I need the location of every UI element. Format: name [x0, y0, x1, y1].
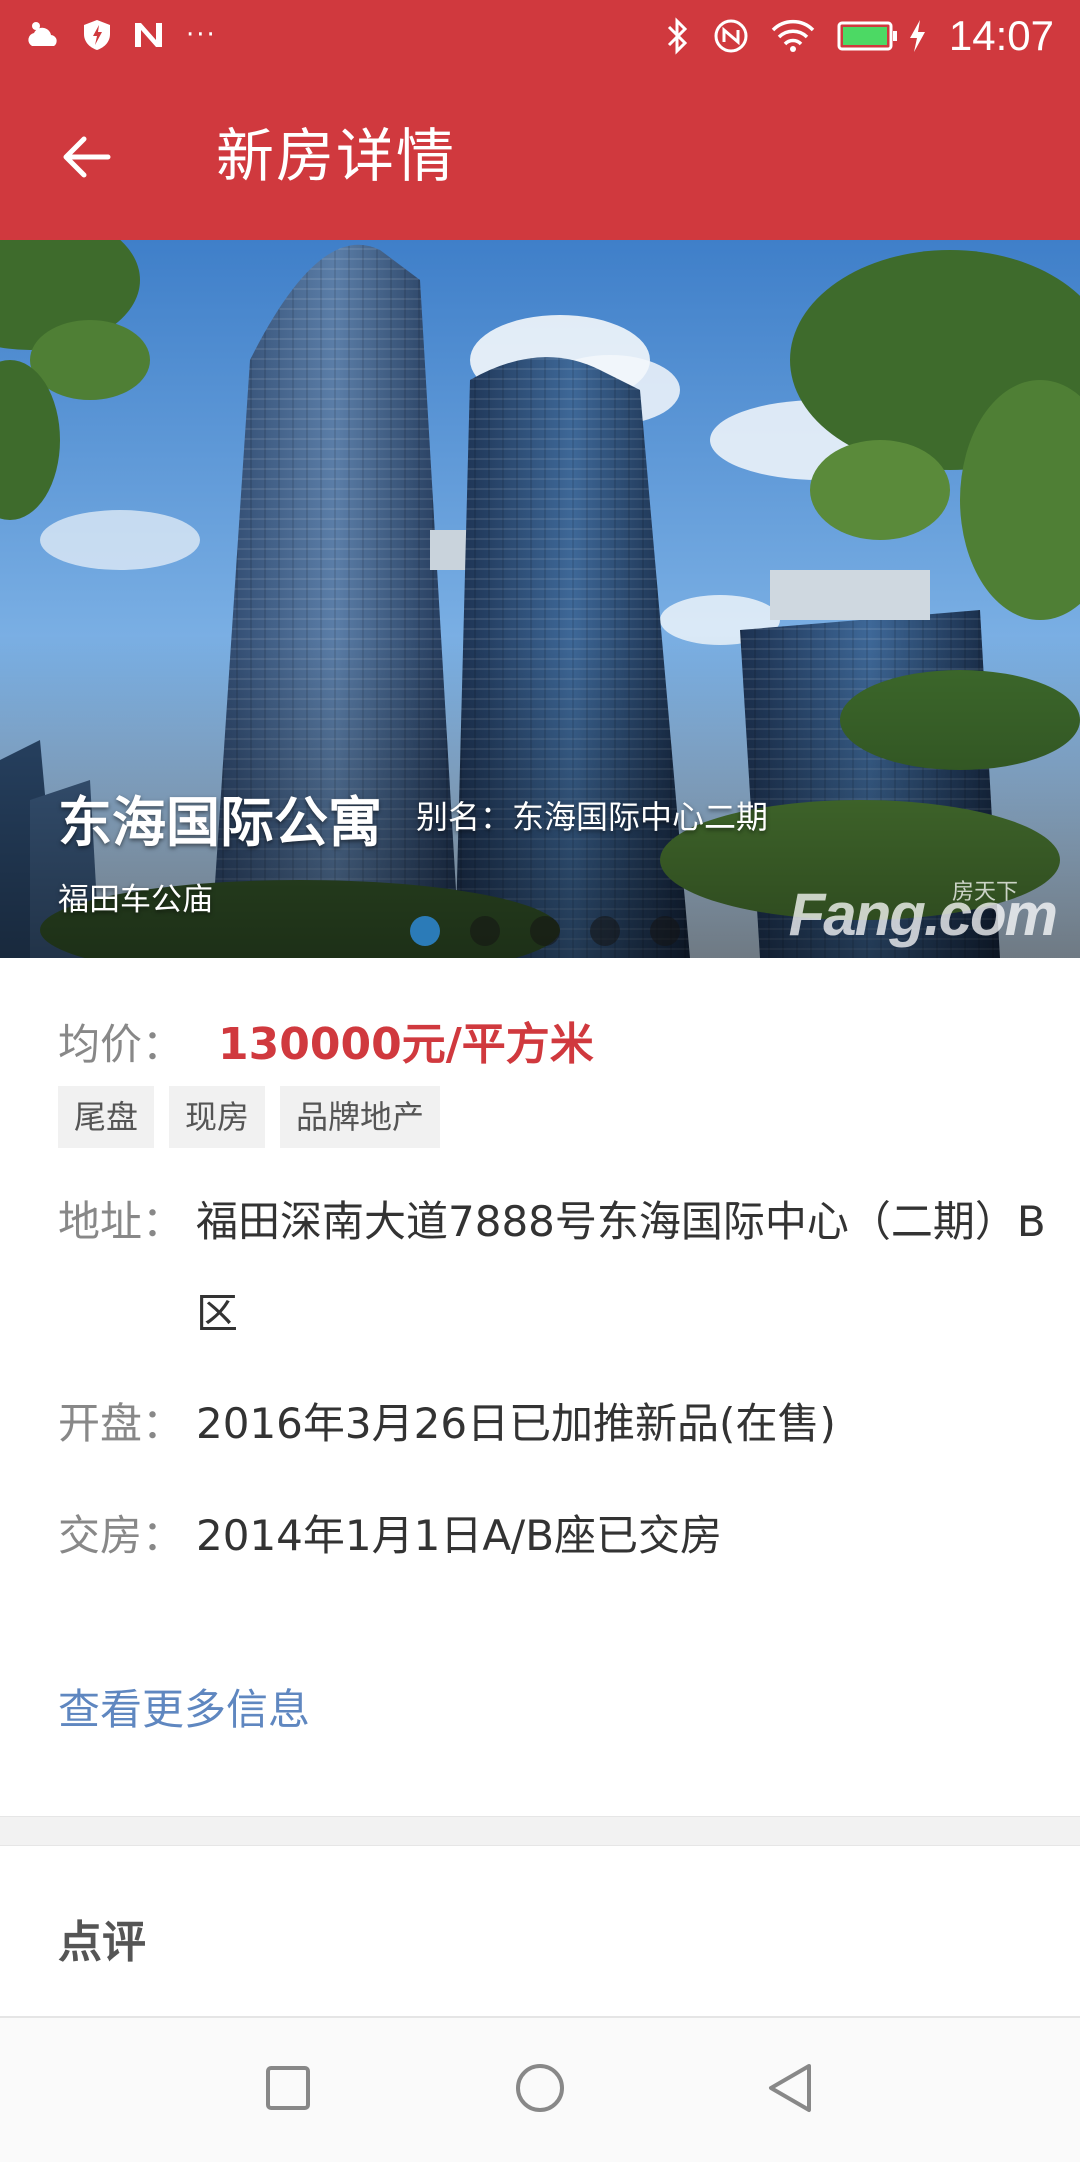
hero-carousel[interactable]: 东海国际公寓 别名：东海国际中心二期 福田车公庙 房天下 Fang.com [0, 240, 1080, 958]
watermark-cn: 房天下 [951, 879, 1018, 904]
property-area: 福田车公庙 [58, 882, 213, 918]
circle-icon [514, 2062, 566, 2118]
battery-icon [837, 20, 899, 52]
carousel-dot[interactable] [530, 916, 560, 946]
property-name: 东海国际公寓 [58, 791, 382, 854]
wifi-icon [771, 18, 815, 54]
status-time: 14:07 [948, 12, 1054, 59]
carousel-indicator [410, 916, 680, 946]
carousel-dot[interactable] [410, 916, 440, 946]
opening-value: 2016年3月26日已加推新品(在售) [196, 1399, 836, 1448]
carousel-dot[interactable] [590, 916, 620, 946]
system-nav-bar [0, 2016, 1080, 2162]
price-value: 130000元/平方米 [218, 1019, 594, 1070]
nfc-icon [713, 18, 749, 54]
property-alias: 别名：东海国际中心二期 [416, 798, 769, 836]
page-title: 新房详情 [216, 122, 457, 190]
square-icon [264, 2064, 312, 2116]
tag: 尾盘 [58, 1086, 155, 1148]
price-label: 均价： [58, 1020, 185, 1069]
back-nav-button[interactable] [758, 2058, 822, 2122]
property-info: 均价： 130000元/平方米 尾盘 现房 品牌地产 地址： 福田深南大道788… [0, 958, 1080, 1816]
bluetooth-icon [665, 16, 691, 56]
status-right-icons: 14:07 [665, 12, 1054, 60]
charging-icon [907, 18, 927, 54]
tag: 品牌地产 [280, 1086, 441, 1148]
n-badge-icon [132, 20, 166, 50]
price-row: 均价： 130000元/平方米 [58, 1008, 594, 1072]
tag: 现房 [169, 1086, 266, 1148]
tag-list: 尾盘 现房 品牌地产 [58, 1086, 441, 1148]
status-bar: ··· 14:07 [0, 0, 1080, 72]
shield-icon [82, 18, 112, 52]
delivery-label: 交房： [58, 1511, 185, 1560]
more-dots-icon: ··· [186, 20, 217, 50]
view-more-link[interactable]: 查看更多信息 [58, 1676, 310, 1737]
recents-button[interactable] [256, 2058, 320, 2122]
carousel-dot[interactable] [470, 916, 500, 946]
app-bar: 新房详情 [0, 72, 1080, 240]
address-value: 福田深南大道7888号东海国际中心（二期）B区 [196, 1197, 1046, 1338]
cloud-weather-icon [26, 20, 62, 50]
arrow-left-icon [58, 133, 112, 185]
carousel-dot[interactable] [650, 916, 680, 946]
watermark: 房天下 Fang.com [789, 879, 1058, 949]
status-left-icons: ··· [26, 18, 217, 52]
home-button[interactable] [508, 2058, 572, 2122]
back-button[interactable] [40, 114, 130, 204]
address-label: 地址： [58, 1197, 185, 1246]
triangle-back-icon [765, 2062, 815, 2118]
section-divider [0, 1816, 1080, 1846]
review-section-title: 点评 [58, 1917, 146, 1968]
opening-label: 开盘： [58, 1399, 185, 1448]
delivery-value: 2014年1月1日A/B座已交房 [196, 1511, 723, 1560]
